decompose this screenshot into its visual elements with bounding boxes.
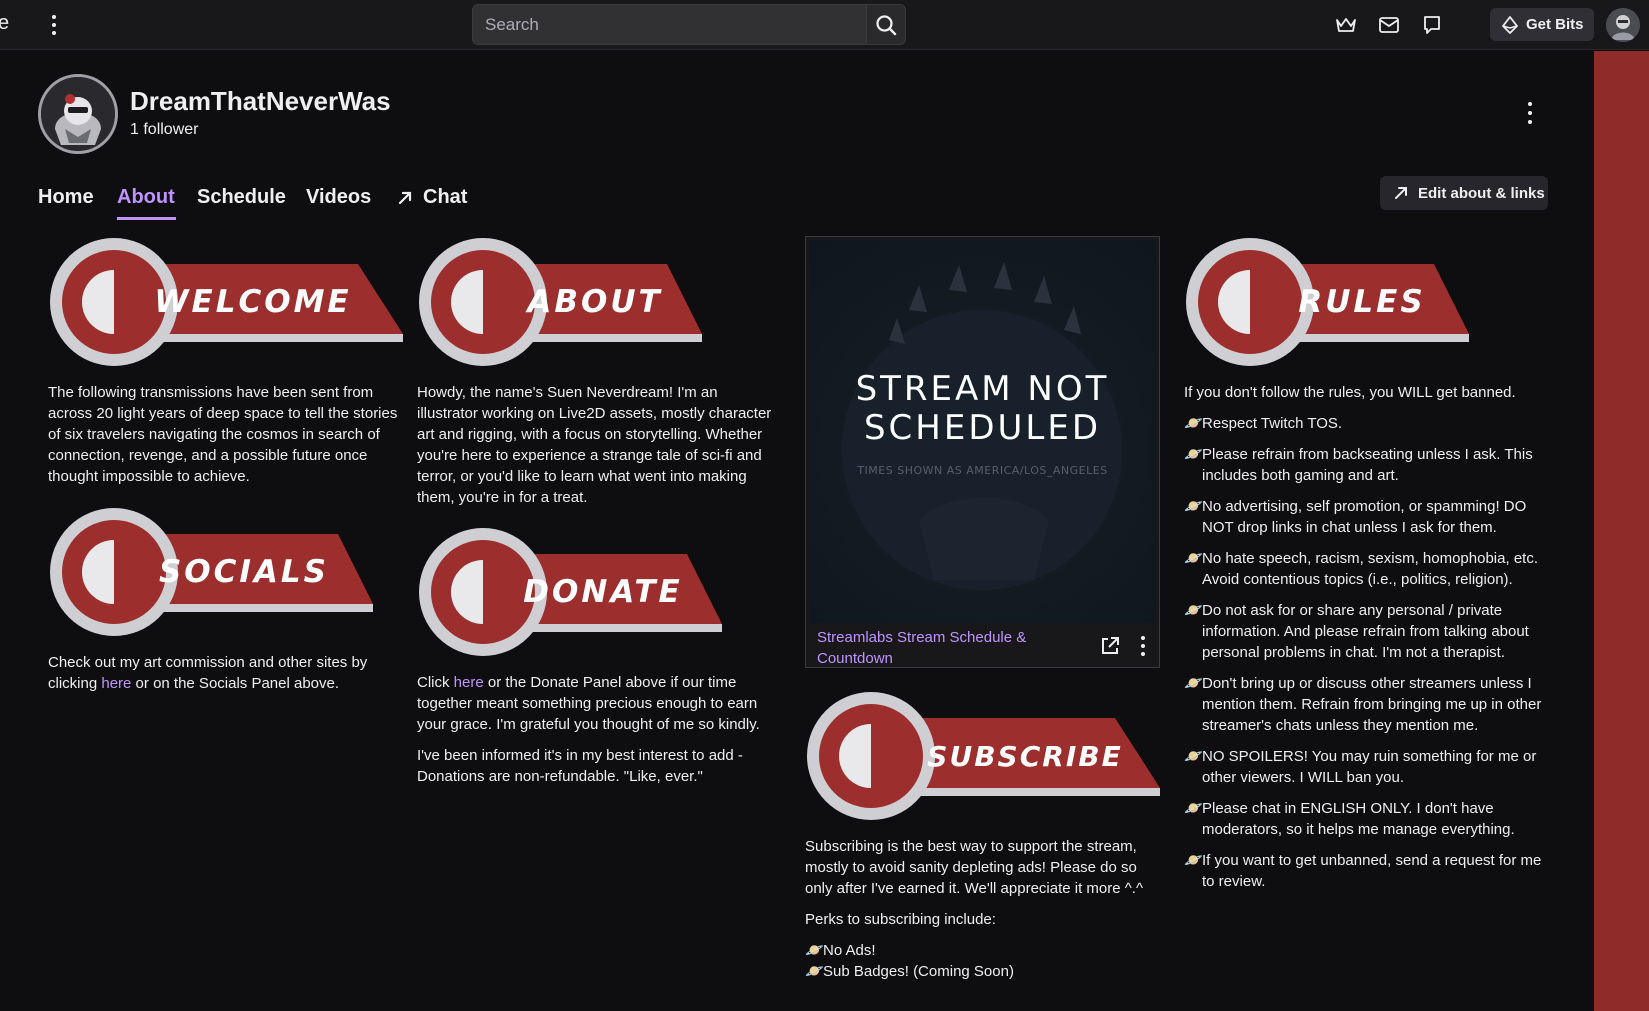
whispers-icon[interactable] (1419, 12, 1445, 38)
rule-item: 🪐 Don't bring up or discuss other streame… (1184, 675, 1542, 734)
tab-chat-label: Chat (423, 186, 468, 208)
side-panel-strip (1594, 51, 1649, 1011)
arrow-up-right-icon (1395, 187, 1407, 199)
planet-bullet-icon: 🪐 (1184, 550, 1203, 567)
panel-subscribe: SUBSCRIBE Subscribing is the best way to… (805, 690, 1160, 982)
planet-bullet-icon: 🪐 (1184, 675, 1203, 692)
tab-schedule[interactable]: Schedule (197, 186, 286, 209)
follower-count: 1 follower (130, 121, 199, 138)
top-nav-bar: e Get Bits (0, 0, 1649, 50)
planet-bullet-icon: 🪐 (805, 963, 824, 980)
extension-more-icon[interactable] (1139, 636, 1147, 656)
perk-item: 🪐 Sub Badges! (Coming Soon) (805, 963, 1014, 980)
welcome-banner-image[interactable]: WELCOME (48, 236, 403, 368)
active-tab-indicator (117, 217, 176, 220)
subscribe-text: Subscribing is the best way to support t… (805, 838, 1144, 897)
subscribe-perks-heading: Perks to subscribing include: (805, 911, 996, 928)
about-banner-image[interactable]: ABOUT (417, 236, 702, 368)
planet-bullet-icon: 🪐 (1184, 446, 1203, 463)
edit-about-button[interactable]: Edit about & links (1380, 176, 1548, 210)
rule-item: 🪐 If you want to get unbanned, send a req… (1184, 852, 1542, 890)
search-input[interactable] (472, 4, 866, 45)
get-bits-label: Get Bits (1526, 16, 1584, 33)
rule-item: 🪐 Please refrain from backseating unless … (1184, 446, 1533, 484)
tab-about[interactable]: About (117, 186, 175, 209)
planet-bullet-icon: 🪐 (1184, 498, 1203, 515)
schedule-timezone: TIMES SHOWN AS AMERICA/LOS_ANGELES (857, 464, 1108, 477)
bits-diamond-icon (1502, 15, 1518, 34)
external-link-icon[interactable] (1099, 635, 1121, 657)
planet-bullet-icon: 🪐 (1184, 852, 1203, 869)
rule-item: 🪐 No advertising, self promotion, or spam… (1184, 498, 1527, 536)
get-bits-button[interactable]: Get Bits (1490, 8, 1594, 41)
panel-about: ABOUT Howdy, the name's Suen Neverdream!… (417, 236, 772, 518)
about-banner-text: ABOUT (524, 284, 662, 320)
donate-text-1: Click here or the Donate Panel above if … (417, 674, 760, 733)
rule-item: 🪐 Do not ask for or share any personal / … (1184, 602, 1529, 661)
rules-banner-text: RULES (1298, 284, 1425, 320)
panel-schedule-extension: STREAM NOT SCHEDULED TIMES SHOWN AS AMER… (805, 236, 1160, 668)
socials-here-link[interactable]: here (101, 675, 131, 692)
popout-arrow-icon (398, 191, 412, 204)
panel-welcome: WELCOME The following transmissions have… (48, 236, 403, 497)
logo-fragment[interactable]: e (0, 12, 9, 35)
perk-item: 🪐 No Ads! (805, 942, 876, 959)
prime-crown-icon[interactable] (1333, 12, 1359, 38)
schedule-footer: Streamlabs Stream Schedule & Countdown (806, 625, 1159, 667)
tab-home[interactable]: Home (38, 186, 94, 209)
socials-banner-text: SOCIALS (159, 554, 329, 590)
channel-avatar[interactable] (38, 74, 118, 154)
search-bar (472, 4, 906, 45)
welcome-text: The following transmissions have been se… (48, 384, 398, 485)
rules-banner-image[interactable]: RULES (1184, 236, 1469, 368)
socials-banner-image[interactable]: SOCIALS (48, 506, 373, 638)
rules-intro: If you don't follow the rules, you WILL … (1184, 384, 1516, 401)
donate-text-2: I've been informed it's in my best inter… (417, 747, 743, 785)
socials-text: Check out my art commission and other si… (48, 654, 368, 692)
edit-about-label: Edit about & links (1418, 184, 1545, 202)
subscribe-banner-text: SUBSCRIBE (927, 740, 1122, 773)
channel-name: DreamThatNeverWas (130, 86, 391, 116)
subscribe-banner-image[interactable]: SUBSCRIBE (805, 690, 1160, 822)
tab-chat[interactable]: Chat (397, 186, 467, 209)
planet-bullet-icon: 🪐 (1184, 800, 1203, 817)
schedule-image[interactable]: STREAM NOT SCHEDULED TIMES SHOWN AS AMER… (809, 240, 1156, 623)
search-button[interactable] (866, 4, 906, 45)
donate-here-link[interactable]: here (454, 674, 484, 691)
rule-item: 🪐 No hate speech, racism, sexism, homopho… (1184, 550, 1538, 588)
donate-banner-text: DONATE (523, 574, 682, 610)
rule-item: 🪐 NO SPOILERS! You may ruin something for… (1184, 748, 1537, 786)
rule-item: 🪐 Please chat in ENGLISH ONLY. I don't ha… (1184, 800, 1515, 838)
panel-socials: SOCIALS Check out my art commission and … (48, 506, 403, 704)
about-text: Howdy, the name's Suen Neverdream! I'm a… (417, 384, 772, 506)
more-menu-icon[interactable] (48, 12, 60, 38)
schedule-title: STREAM NOT SCHEDULED (855, 369, 1110, 448)
planet-bullet-icon: 🪐 (1184, 415, 1203, 432)
inbox-icon[interactable] (1376, 12, 1402, 38)
planet-bullet-icon: 🪐 (805, 942, 824, 959)
planet-bullet-icon: 🪐 (1184, 602, 1203, 619)
panel-rules: RULES If you don't follow the rules, you… (1184, 236, 1544, 902)
rule-item: 🪐 Respect Twitch TOS. (1184, 415, 1343, 432)
tab-videos[interactable]: Videos (306, 186, 371, 209)
user-avatar[interactable] (1606, 8, 1640, 42)
channel-more-icon[interactable] (1525, 102, 1535, 124)
welcome-banner-text: WELCOME (154, 284, 351, 320)
schedule-extension-link[interactable]: Streamlabs Stream Schedule & Countdown (817, 627, 1057, 669)
donate-banner-image[interactable]: DONATE (417, 526, 722, 658)
planet-bullet-icon: 🪐 (1184, 748, 1203, 765)
panel-donate: DONATE Click here or the Donate Panel ab… (417, 526, 772, 797)
search-icon (876, 14, 897, 35)
